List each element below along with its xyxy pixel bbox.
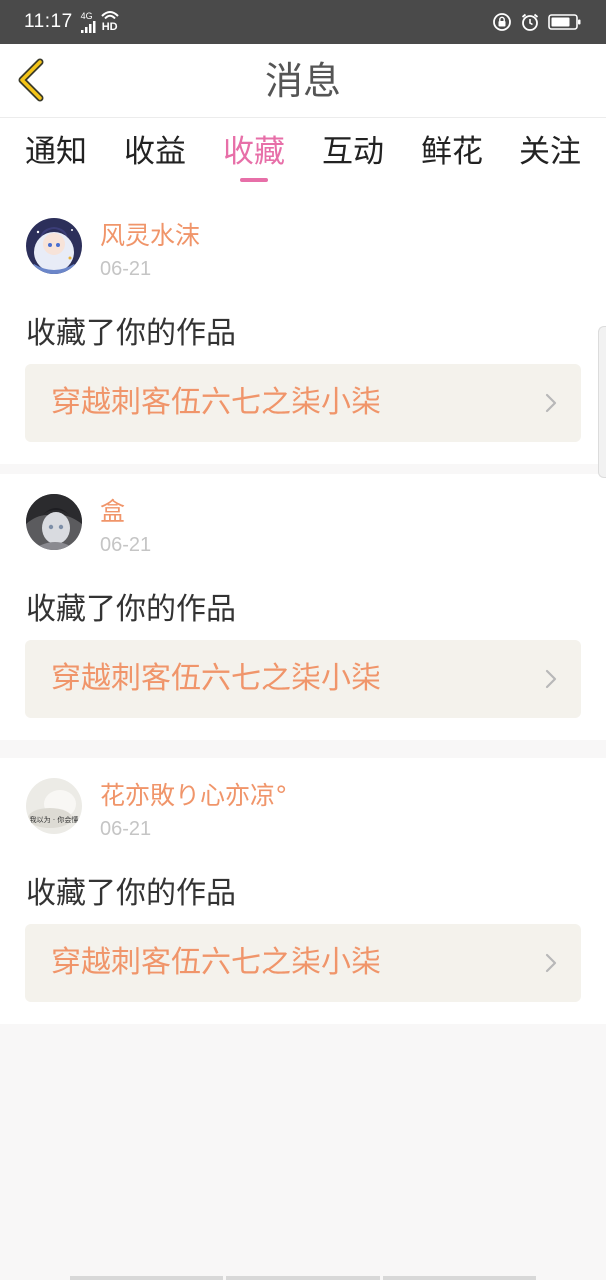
work-link[interactable]: 穿越刺客伍六七之柒小柒 [25, 364, 581, 442]
gesture-bar-segment [226, 1276, 380, 1280]
chevron-right-icon [545, 953, 557, 973]
app-header: 消息 [0, 44, 606, 118]
wifi-icon [100, 11, 119, 20]
chevron-right-icon [545, 393, 557, 413]
tab-favorites-label: 收藏 [223, 134, 285, 170]
avatar[interactable]: 我以为 · 你会懂 [26, 778, 82, 834]
tab-interactions[interactable]: 互动 [303, 118, 403, 198]
notification-date: 06-21 [100, 818, 152, 840]
avatar[interactable] [26, 218, 82, 274]
gesture-bar[interactable] [70, 1276, 536, 1280]
notification-date: 06-21 [100, 534, 152, 556]
work-title: 穿越刺客伍六七之柒小柒 [51, 945, 381, 980]
work-link[interactable]: 穿越刺客伍六七之柒小柒 [25, 640, 581, 718]
avatar[interactable] [26, 494, 82, 550]
gesture-bar-segment [382, 1276, 536, 1280]
notification-card: 风灵水沫 06-21 收藏了你的作品 穿越刺客伍六七之柒小柒 [0, 198, 606, 464]
chevron-left-icon [18, 58, 44, 102]
status-right [492, 12, 582, 32]
lock-rotation-icon [493, 13, 511, 31]
battery-icon [548, 14, 581, 30]
signal-icon [80, 20, 96, 33]
status-bar: 11:17 4G HD [0, 0, 606, 44]
chevron-right-icon [545, 669, 557, 689]
work-title: 穿越刺客伍六七之柒小柒 [51, 661, 381, 696]
tab-follows[interactable]: 关注 [500, 118, 600, 198]
hd-badge: HD [101, 21, 118, 33]
tab-flowers[interactable]: 鲜花 [402, 118, 502, 198]
username[interactable]: 风灵水沫 [100, 216, 200, 252]
category-tabs: 通知 收益 收藏 互动 鲜花 关注 [0, 118, 606, 198]
avatar-text: 我以为 · 你会懂 [30, 815, 79, 824]
avatar-image-icon: 我以为 · 你会懂 [26, 778, 82, 834]
notification-date: 06-21 [100, 258, 152, 280]
status-time: 11:17 [24, 11, 73, 32]
action-text: 收藏了你的作品 [26, 316, 236, 351]
notification-card: 我以为 · 你会懂 花亦敗り心亦凉° 06-21 收藏了你的作品 穿越刺客伍六七… [0, 758, 606, 1024]
gesture-bar-segment [70, 1276, 224, 1280]
status-left: 11:17 4G HD [24, 11, 119, 33]
page-title: 消息 [264, 59, 341, 103]
avatar-image-icon [26, 218, 82, 274]
action-text: 收藏了你的作品 [26, 592, 236, 627]
edge-panel-handle[interactable] [598, 326, 606, 478]
network-indicator: 4G HD [80, 10, 119, 33]
alarm-icon [521, 13, 539, 31]
action-text: 收藏了你的作品 [26, 876, 236, 911]
active-tab-indicator [240, 178, 268, 182]
avatar-image-icon [26, 494, 82, 550]
username[interactable]: 花亦敗り心亦凉° [100, 776, 288, 812]
work-link[interactable]: 穿越刺客伍六七之柒小柒 [25, 924, 581, 1002]
tab-earnings[interactable]: 收益 [105, 118, 205, 198]
work-title: 穿越刺客伍六七之柒小柒 [51, 385, 381, 420]
network-type: 4G [80, 10, 93, 21]
username[interactable]: 盒 [100, 492, 125, 528]
back-button[interactable] [14, 58, 50, 102]
tab-favorites[interactable]: 收藏 [204, 118, 304, 198]
notification-card: 盒 06-21 收藏了你的作品 穿越刺客伍六七之柒小柒 [0, 474, 606, 740]
tab-notifications[interactable]: 通知 [6, 118, 106, 198]
